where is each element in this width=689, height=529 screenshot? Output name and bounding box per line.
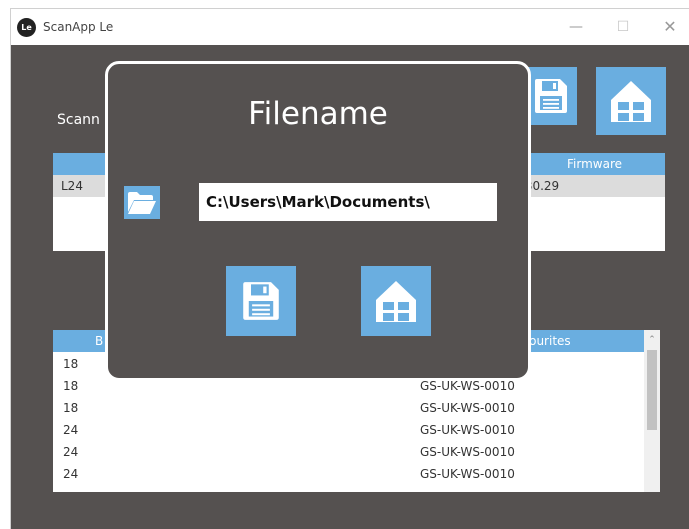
app-logo: Le: [17, 18, 36, 37]
dialog-title: Filename: [248, 96, 388, 132]
close-button[interactable]: ✕: [647, 9, 689, 45]
list-item[interactable]: 24: [63, 419, 78, 441]
floppy-disk-icon: [243, 282, 279, 320]
column-header-firmware[interactable]: Firmware: [567, 154, 622, 174]
minimize-button[interactable]: —: [553, 9, 599, 45]
scroll-up-arrow-icon[interactable]: ⌃: [644, 333, 660, 347]
window-title: ScanApp Le: [43, 20, 114, 34]
title-bar: Le ScanApp Le — ☐ ✕: [11, 9, 689, 45]
scroll-thumb[interactable]: [647, 350, 657, 430]
list-item[interactable]: 24: [63, 441, 78, 463]
list-item[interactable]: GS-UK-WS-0010: [420, 419, 515, 441]
home-button[interactable]: [596, 67, 666, 135]
filename-dialog: Filename: [105, 61, 531, 381]
maximize-button[interactable]: ☐: [600, 9, 646, 45]
vertical-scrollbar[interactable]: ⌃: [644, 330, 660, 492]
table-cell: L24: [61, 179, 83, 193]
list-item[interactable]: GS-UK-WS-0010: [420, 397, 515, 419]
dialog-save-button[interactable]: [226, 266, 296, 336]
folder-open-icon: [128, 191, 156, 214]
section-label: Scann: [57, 112, 100, 128]
browse-folder-button[interactable]: [124, 186, 160, 219]
list-item[interactable]: GS-UK-WS-0010: [420, 441, 515, 463]
list-item[interactable]: 18: [63, 353, 78, 375]
home-icon: [611, 81, 651, 122]
dialog-home-button[interactable]: [361, 266, 431, 336]
column-header-first[interactable]: B: [95, 331, 103, 351]
app-window: Le ScanApp Le — ☐ ✕ Scann Firmware L24 .…: [10, 8, 689, 529]
list-item[interactable]: 18: [63, 397, 78, 419]
home-icon: [376, 281, 416, 322]
floppy-disk-icon: [535, 79, 567, 113]
list-item[interactable]: GS-UK-WS-0010: [420, 463, 515, 485]
list-item[interactable]: 18: [63, 375, 78, 397]
path-input[interactable]: [199, 183, 497, 221]
list-item[interactable]: 24: [63, 463, 78, 485]
save-button[interactable]: [525, 67, 577, 125]
